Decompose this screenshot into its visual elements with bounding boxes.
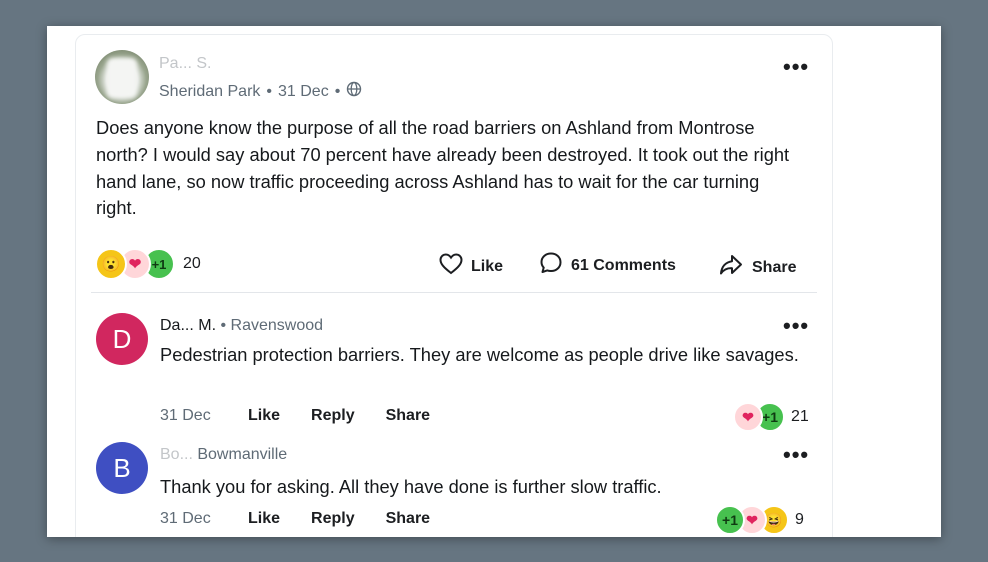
reaction-count: 20 [183, 255, 201, 272]
comment-date[interactable]: 31 Dec [160, 407, 248, 425]
heart-outline-icon [439, 253, 463, 280]
divider [91, 292, 817, 293]
commenter-avatar[interactable]: D [96, 313, 148, 365]
commenter-name[interactable]: Da... M. [160, 317, 216, 334]
comment-share-button[interactable]: Share [386, 407, 430, 425]
post-reactions[interactable]: 😮 ❤ +1 20 [95, 248, 201, 280]
commenter-name[interactable]: Bo... [160, 446, 193, 463]
plus-one-reaction-icon: +1 [715, 505, 745, 535]
heart-reaction-icon: ❤ [733, 402, 763, 432]
comment-actions: 31 Dec Like Reply Share [160, 407, 461, 425]
comment-more-options-icon[interactable]: ••• [783, 315, 809, 337]
globe-icon [346, 81, 362, 102]
comments-button[interactable]: 61 Comments [539, 251, 676, 280]
post-more-options-icon[interactable]: ••• [783, 56, 809, 78]
separator-dot: • [334, 82, 341, 100]
separator-dot: • [220, 317, 227, 334]
comment-text: Pedestrian protection barriers. They are… [160, 344, 799, 365]
wow-reaction-icon: 😮 [95, 248, 127, 280]
like-button[interactable]: Like [439, 253, 503, 280]
share-label: Share [752, 258, 797, 276]
comment-bubble-icon [539, 251, 563, 280]
author-name[interactable]: Pa... S. [159, 55, 211, 73]
post-date[interactable]: 31 Dec [278, 83, 329, 101]
commenter-avatar[interactable]: B [96, 442, 148, 494]
share-button[interactable]: Share [718, 253, 796, 282]
comment-more-options-icon[interactable]: ••• [783, 444, 809, 466]
author-avatar[interactable] [95, 50, 149, 104]
comment-like-button[interactable]: Like [248, 510, 280, 528]
post-body: Does anyone know the purpose of all the … [96, 117, 790, 219]
comment-actions: 31 Dec Like Reply Share [160, 510, 461, 528]
post-location[interactable]: Sheridan Park [159, 83, 260, 101]
separator-dot: • [266, 82, 272, 100]
share-arrow-icon [718, 253, 744, 282]
commenter-location[interactable]: Bowmanville [197, 446, 287, 463]
post-meta: Sheridan Park • 31 Dec • [159, 81, 362, 102]
reaction-count: 21 [791, 408, 809, 425]
comment-share-button[interactable]: Share [386, 510, 430, 528]
commenter-location[interactable]: Ravenswood [231, 317, 324, 334]
screenshot-sheet: Pa... S. Sheridan Park • 31 Dec • ••• Do… [47, 26, 941, 537]
commenter-info: Bo... Bowmanville [160, 446, 287, 464]
comment-reactions[interactable]: +1 ❤ 😆 9 [715, 505, 804, 535]
reaction-count: 9 [795, 511, 804, 528]
comment-reply-button[interactable]: Reply [311, 510, 355, 528]
comment-date[interactable]: 31 Dec [160, 510, 248, 528]
comment-like-button[interactable]: Like [248, 407, 280, 425]
comment-reactions[interactable]: ❤ +1 21 [733, 402, 809, 432]
commenter-info: Da... M. • Ravenswood [160, 317, 323, 335]
comments-label: 61 Comments [571, 256, 676, 274]
like-label: Like [471, 257, 504, 275]
comment-text: Thank you for asking. All they have done… [160, 476, 662, 497]
comment-reply-button[interactable]: Reply [311, 407, 355, 425]
